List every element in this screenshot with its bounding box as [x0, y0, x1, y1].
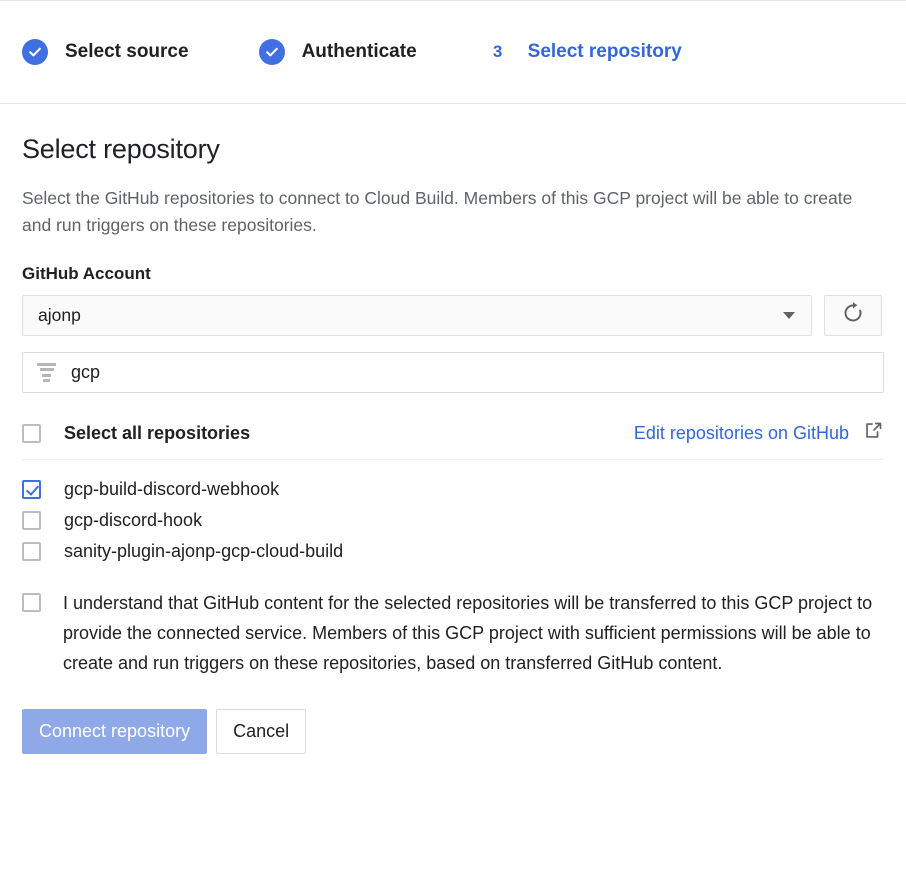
- repository-checkbox[interactable]: [22, 511, 41, 531]
- edit-repositories-on-github-link[interactable]: Edit repositories on GitHub: [634, 420, 884, 446]
- check-circle-icon: [258, 39, 285, 65]
- refresh-icon: [841, 301, 865, 330]
- repository-list: gcp-build-discord-webhook gcp-discord-ho…: [22, 474, 884, 567]
- stepper-label-select-source: Select source: [65, 41, 189, 62]
- check-circle-icon: [22, 39, 48, 65]
- consent-text: I understand that GitHub content for the…: [63, 593, 873, 673]
- edit-repositories-link-label: Edit repositories on GitHub: [633, 422, 849, 443]
- stepper-label-select-repository: Select repository: [527, 41, 682, 62]
- refresh-accounts-button[interactable]: [824, 295, 882, 337]
- repository-filter-input[interactable]: gcp: [22, 352, 884, 394]
- chevron-down-icon: [783, 312, 795, 320]
- repository-row[interactable]: sanity-plugin-ajonp-gcp-cloud-build: [22, 536, 884, 567]
- repository-filter-value: gcp: [71, 362, 101, 383]
- repository-name: gcp-build-discord-webhook: [64, 479, 280, 500]
- stepper-label-authenticate: Authenticate: [301, 41, 417, 62]
- open-in-new-icon: [863, 420, 884, 446]
- repository-row[interactable]: gcp-discord-hook: [22, 505, 884, 536]
- consent-row: I understand that GitHub content for the…: [22, 589, 884, 679]
- stepper-step-select-source[interactable]: Select source: [22, 1, 189, 103]
- repository-name: gcp-discord-hook: [64, 510, 203, 531]
- stepper-number-3: 3: [492, 42, 503, 61]
- github-account-label: GitHub Account: [22, 264, 151, 284]
- repository-checkbox[interactable]: [22, 542, 41, 562]
- connect-repository-button[interactable]: Connect repository: [22, 708, 208, 754]
- page-description: Select the GitHub repositories to connec…: [22, 188, 853, 235]
- repository-row[interactable]: gcp-build-discord-webhook: [22, 474, 884, 505]
- page-title: Select repository: [22, 134, 220, 164]
- action-button-row: Connect repository Cancel: [22, 708, 884, 754]
- cancel-button[interactable]: Cancel: [216, 708, 307, 754]
- stepper-step-authenticate[interactable]: Authenticate: [258, 1, 417, 103]
- select-repository-panel: Select repository Select the GitHub repo…: [0, 104, 906, 754]
- select-all-row: Select all repositories Edit repositorie…: [22, 420, 884, 461]
- github-account-select[interactable]: ajonp: [22, 295, 812, 337]
- repository-checkbox[interactable]: [22, 480, 41, 500]
- stepper-step-select-repository[interactable]: 3 Select repository: [485, 1, 682, 103]
- repository-name: sanity-plugin-ajonp-gcp-cloud-build: [64, 541, 344, 562]
- select-all-label: Select all repositories: [64, 422, 251, 443]
- filter-icon: [37, 362, 56, 383]
- consent-checkbox[interactable]: [22, 593, 41, 613]
- github-account-row: ajonp: [22, 295, 884, 337]
- select-all-checkbox[interactable]: [22, 423, 41, 443]
- github-account-value: ajonp: [38, 305, 81, 326]
- wizard-stepper: Select source Authenticate 3 Select repo…: [0, 0, 906, 104]
